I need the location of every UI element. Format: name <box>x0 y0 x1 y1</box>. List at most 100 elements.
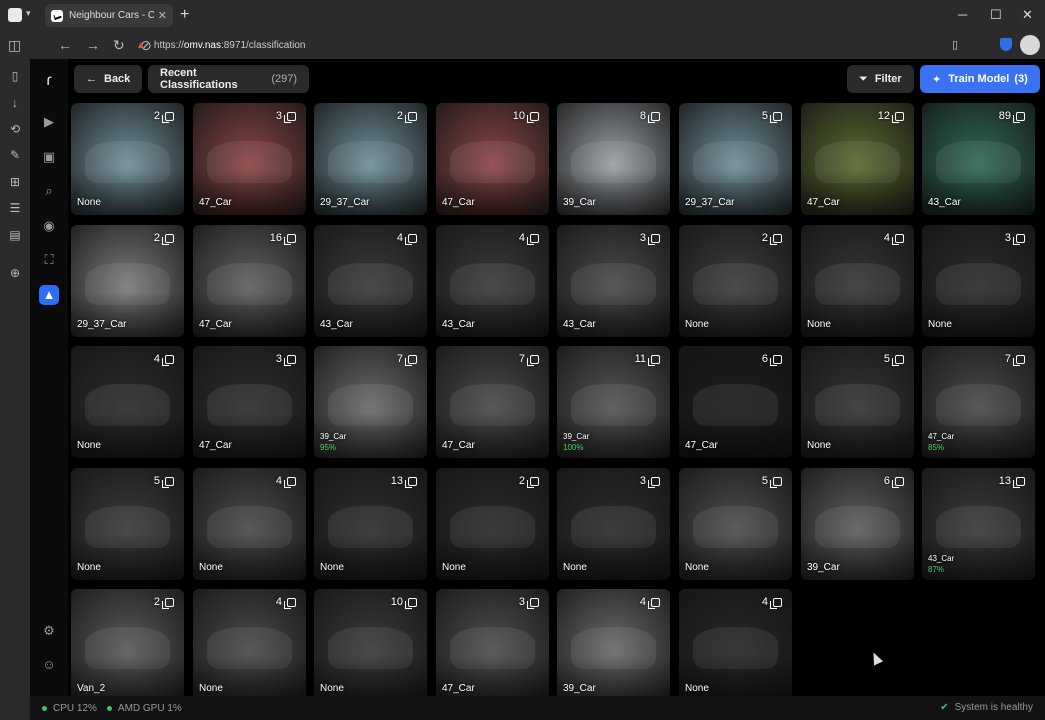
close-window-icon[interactable]: ✕ <box>1022 7 1033 23</box>
tile-class-label: 47_Car <box>685 440 718 451</box>
tile-count-value: 3 <box>639 475 646 487</box>
tile-class-label: None <box>77 197 101 208</box>
browser-tab[interactable]: Neighbour Cars - Classifica ✕ <box>45 4 173 27</box>
image-stack-icon <box>405 597 417 609</box>
tile-class-label: None <box>807 440 831 451</box>
url-field[interactable]: ▲ https:// omv.nas :8971/classification <box>130 35 970 55</box>
app-logo-icon[interactable]: ɾ <box>39 71 59 91</box>
translate-panel-icon[interactable]: ⊞ <box>8 175 22 189</box>
recent-classifications-button[interactable]: Recent Classifications (297) <box>148 65 309 93</box>
account-icon[interactable]: ☺ <box>39 655 59 675</box>
classification-tile[interactable]: 3 43_Car <box>557 225 670 337</box>
minimize-icon[interactable]: ─ <box>958 7 967 22</box>
image-stack-icon <box>162 597 174 609</box>
classification-tile[interactable]: 5 None <box>801 346 914 458</box>
classification-tile[interactable]: 5 None <box>679 468 792 580</box>
classification-tile[interactable]: 2 None <box>71 103 184 215</box>
classification-tile[interactable]: 11 39_Car 100% <box>557 346 670 458</box>
classification-icon[interactable]: ▲ <box>39 285 59 305</box>
tile-count-value: 4 <box>153 353 160 365</box>
classification-tile[interactable]: 4 43_Car <box>314 225 427 337</box>
tile-class-label: 47_Car <box>442 197 475 208</box>
train-model-button[interactable]: ✦ Train Model (3) <box>920 65 1040 93</box>
recordings-icon[interactable]: ▣ <box>39 147 59 167</box>
classification-tile[interactable]: 4 None <box>801 225 914 337</box>
classification-tile[interactable]: 2 Van_2 <box>71 589 184 701</box>
classification-tile[interactable]: 6 47_Car <box>679 346 792 458</box>
classification-tile[interactable]: 7 47_Car <box>436 346 549 458</box>
downloads-panel-icon[interactable]: ↓ <box>8 96 22 110</box>
tile-shade <box>71 292 184 337</box>
vivaldi-menu-icon[interactable] <box>8 8 22 22</box>
history-panel-icon[interactable]: ⟲ <box>8 122 22 136</box>
extension-shield-icon[interactable] <box>1000 38 1012 51</box>
tile-class-label: None <box>685 319 709 330</box>
classification-tile[interactable]: 4 None <box>679 589 792 701</box>
classification-tile[interactable]: 4 43_Car <box>436 225 549 337</box>
panel-toggle-icon[interactable]: ◫ <box>8 37 21 54</box>
settings-gear-icon[interactable]: ⚙ <box>39 621 59 641</box>
tile-image-count: 3 <box>1005 232 1025 245</box>
classification-tile[interactable]: 7 39_Car 95% <box>314 346 427 458</box>
tile-class-label: 39_Car <box>563 197 596 208</box>
classification-tile[interactable]: 3 47_Car <box>193 103 306 215</box>
bookmark-icon[interactable]: ▯ <box>952 38 958 51</box>
classification-tile[interactable]: 7 47_Car 85% <box>922 346 1035 458</box>
forward-arrow-icon[interactable]: → <box>86 37 100 53</box>
image-stack-icon <box>648 354 660 366</box>
live-camera-icon[interactable]: ▶ <box>39 112 59 132</box>
tile-shade <box>922 292 1035 337</box>
classification-tile[interactable]: 2 None <box>679 225 792 337</box>
classification-tile[interactable]: 3 47_Car <box>436 589 549 701</box>
classification-tile[interactable]: 16 47_Car <box>193 225 306 337</box>
chevron-down-icon[interactable]: ▾ <box>26 8 31 19</box>
classification-tile[interactable]: 8 39_Car <box>557 103 670 215</box>
tile-shade <box>71 170 184 215</box>
classification-tile[interactable]: 3 None <box>557 468 670 580</box>
back-button[interactable]: ← Back <box>74 65 142 93</box>
classification-tile[interactable]: 10 None <box>314 589 427 701</box>
tile-count-value: 2 <box>153 596 160 608</box>
classification-tile[interactable]: 12 47_Car <box>801 103 914 215</box>
add-panel-icon[interactable]: ⊕ <box>8 266 22 280</box>
classification-tile[interactable]: 2 29_37_Car <box>314 103 427 215</box>
classification-tile[interactable]: 5 29_37_Car <box>679 103 792 215</box>
classification-tile[interactable]: 5 None <box>71 468 184 580</box>
classification-tile[interactable]: 4 None <box>193 589 306 701</box>
bookmarks-panel-icon[interactable]: ▯ <box>8 69 22 83</box>
search-icon[interactable]: ⌕ <box>39 181 59 201</box>
filter-button-label: Filter <box>874 73 902 85</box>
reader-panel-icon[interactable]: ▤ <box>8 228 22 242</box>
profile-avatar[interactable] <box>1020 35 1040 55</box>
classification-tile[interactable]: 4 39_Car <box>557 589 670 701</box>
maximize-icon[interactable]: ☐ <box>990 7 1002 23</box>
face-scan-icon[interactable]: ⛶ <box>39 250 59 270</box>
classification-tile[interactable]: 3 None <box>922 225 1035 337</box>
classification-tile[interactable]: 89 43_Car <box>922 103 1035 215</box>
sparkles-icon: ✦ <box>932 73 942 86</box>
reload-icon[interactable]: ↻ <box>113 37 125 54</box>
image-stack-icon <box>1013 476 1025 488</box>
notes-panel-icon[interactable]: ✎ <box>8 148 22 162</box>
classification-tile[interactable]: 4 None <box>193 468 306 580</box>
classification-tile[interactable]: 13 43_Car 87% <box>922 468 1035 580</box>
filter-button[interactable]: ⏷ Filter <box>847 65 914 93</box>
new-tab-icon[interactable]: + <box>180 6 189 24</box>
classification-tile[interactable]: 10 47_Car <box>436 103 549 215</box>
system-health[interactable]: ✔ System is healthy <box>940 702 1033 713</box>
explore-icon[interactable]: ◉ <box>39 216 59 236</box>
classification-tile[interactable]: 13 None <box>314 468 427 580</box>
tile-class-label: 47_Car <box>199 319 232 330</box>
classification-tile[interactable]: 2 29_37_Car <box>71 225 184 337</box>
classification-tile[interactable]: 2 None <box>436 468 549 580</box>
recent-classifications-label: Recent Classifications <box>160 67 238 91</box>
back-arrow-icon[interactable]: ← <box>58 37 72 53</box>
url-scheme: https:// <box>153 39 184 51</box>
close-tab-icon[interactable]: ✕ <box>158 9 167 22</box>
classification-tile[interactable]: 3 47_Car <box>193 346 306 458</box>
classification-tile[interactable]: 6 39_Car <box>801 468 914 580</box>
classification-tile[interactable]: 4 None <box>71 346 184 458</box>
reading-list-panel-icon[interactable]: ☰ <box>8 201 22 215</box>
tile-image-count: 89 <box>999 110 1025 123</box>
tile-count-value: 4 <box>275 475 282 487</box>
